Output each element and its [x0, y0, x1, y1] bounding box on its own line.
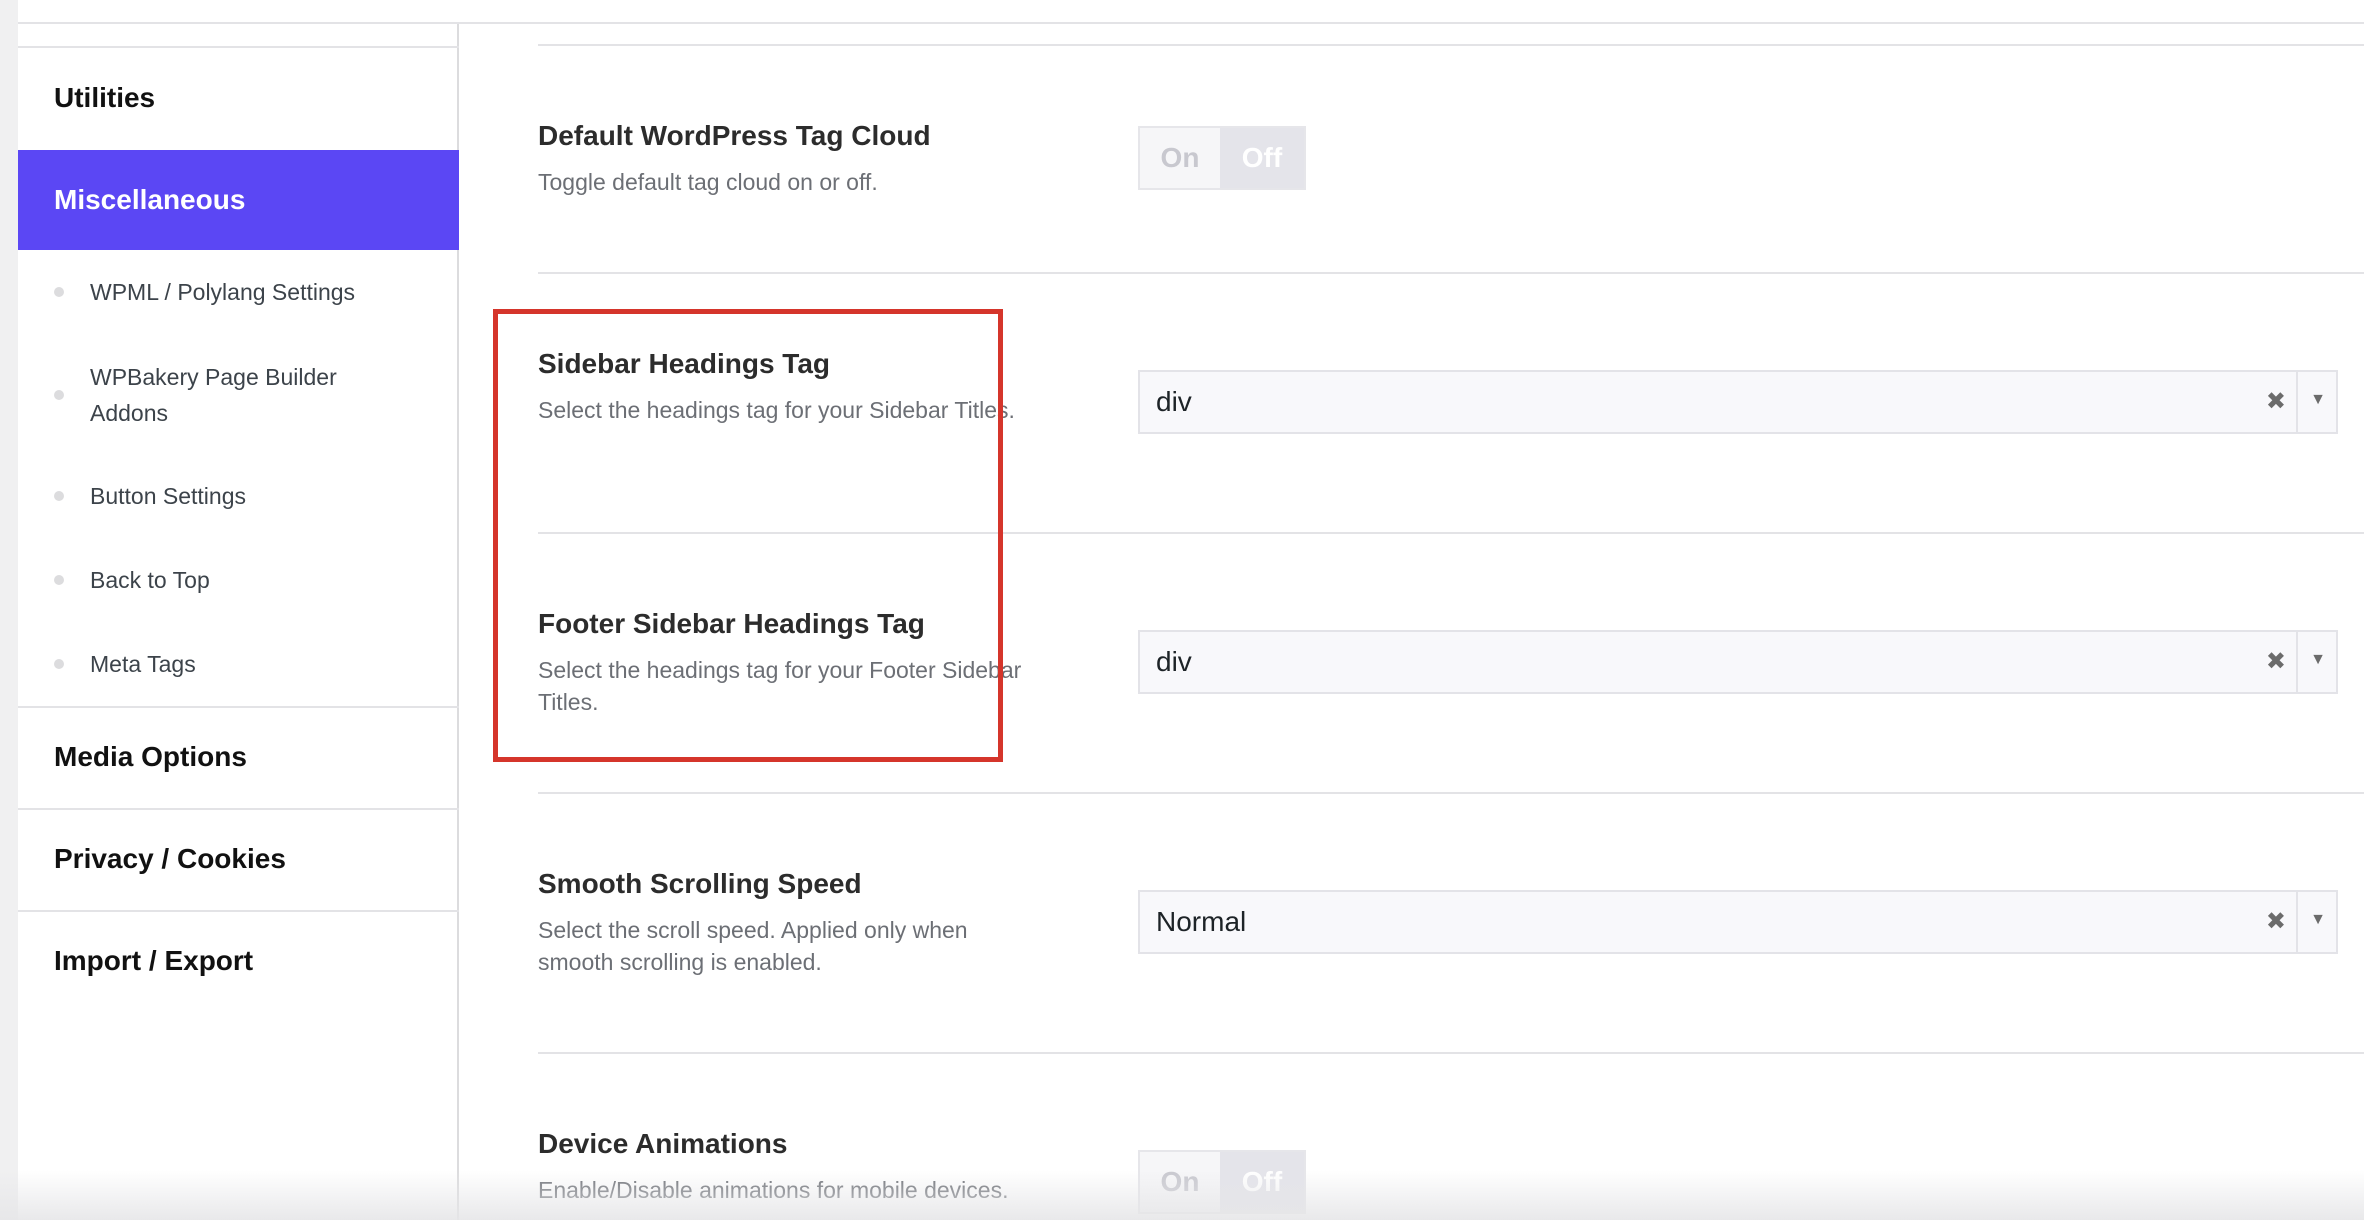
- sidebar-headings-select[interactable]: div ✖ ▼: [1138, 370, 2338, 434]
- top-bar: [18, 0, 2364, 24]
- bullet-icon: [54, 491, 64, 501]
- sidebar-item-label: Utilities: [54, 82, 156, 113]
- tag-cloud-description: Toggle default tag cloud on or off.: [538, 169, 878, 195]
- bullet-icon: [54, 287, 64, 297]
- bullet-icon: [54, 390, 64, 400]
- tag-cloud-toggle[interactable]: On Off: [1138, 126, 1306, 190]
- row-divider: [538, 44, 2364, 46]
- sidebar-subitem-meta-tags[interactable]: Meta Tags: [54, 646, 434, 682]
- sidebar-subitem-label: WPML / Polylang Settings: [90, 279, 356, 305]
- chevron-down-icon[interactable]: ▼: [2310, 892, 2326, 948]
- select-divider: [2296, 372, 2298, 432]
- sidebar-subitem-label: Button Settings: [90, 483, 246, 509]
- sidebar-subitem-back-to-top[interactable]: Back to Top: [54, 562, 434, 598]
- bullet-icon: [54, 659, 64, 669]
- sidebar-item-label: Import / Export: [54, 945, 254, 976]
- clear-icon[interactable]: ✖: [2266, 372, 2286, 432]
- sidebar-item-import-export[interactable]: Import / Export: [18, 910, 459, 1010]
- device-animations-toggle[interactable]: On Off: [1138, 1150, 1306, 1214]
- settings-panel: Default WordPress Tag Cloud Toggle defau…: [477, 24, 2364, 1220]
- bullet-icon: [54, 575, 64, 585]
- toggle-on[interactable]: On: [1140, 128, 1220, 188]
- sidebar-item-miscellaneous[interactable]: Miscellaneous: [18, 150, 459, 250]
- smooth-scrolling-title: Smooth Scrolling Speed: [538, 868, 862, 899]
- smooth-scrolling-description: Select the scroll speed. Applied only wh…: [538, 917, 968, 975]
- sidebar-subitem-button-settings[interactable]: Button Settings: [54, 478, 434, 514]
- footer-sidebar-headings-select[interactable]: div ✖ ▼: [1138, 630, 2338, 694]
- settings-sidebar: Utilities Miscellaneous WPML / Polylang …: [18, 24, 459, 1220]
- clear-icon[interactable]: ✖: [2266, 892, 2286, 952]
- select-divider: [2296, 632, 2298, 692]
- select-divider: [2296, 892, 2298, 952]
- sidebar-item-label: Miscellaneous: [54, 184, 246, 215]
- row-divider: [538, 532, 2364, 534]
- sidebar-subitem-wpml-polylang[interactable]: WPML / Polylang Settings: [54, 274, 434, 310]
- device-animations-title: Device Animations: [538, 1128, 788, 1159]
- clear-icon[interactable]: ✖: [2266, 632, 2286, 692]
- toggle-on[interactable]: On: [1140, 1152, 1220, 1212]
- sidebar-item-privacy-cookies[interactable]: Privacy / Cookies: [18, 808, 459, 908]
- row-divider: [538, 792, 2364, 794]
- row-divider: [538, 1052, 2364, 1054]
- select-value: Normal: [1156, 906, 1247, 937]
- sidebar-headings-title: Sidebar Headings Tag: [538, 348, 830, 379]
- sidebar-subitem-label: Meta Tags: [90, 651, 196, 677]
- toggle-off[interactable]: Off: [1220, 128, 1304, 188]
- sidebar-item-label: Privacy / Cookies: [54, 843, 286, 874]
- sidebar-item-label: Media Options: [54, 741, 247, 772]
- smooth-scrolling-select[interactable]: Normal ✖ ▼: [1138, 890, 2338, 954]
- footer-sidebar-headings-description: Select the headings tag for your Footer …: [538, 657, 1022, 715]
- sidebar-subitem-wpbakery-addons[interactable]: WPBakery Page Builder Addons: [54, 359, 414, 431]
- sidebar-subitem-label: WPBakery Page Builder Addons: [90, 364, 337, 426]
- sidebar-item-media-options[interactable]: Media Options: [18, 706, 459, 806]
- select-value: div: [1156, 646, 1192, 677]
- select-value: div: [1156, 386, 1192, 417]
- device-animations-description: Enable/Disable animations for mobile dev…: [538, 1177, 1009, 1203]
- settings-page: Utilities Miscellaneous WPML / Polylang …: [18, 0, 2364, 1220]
- sidebar-subitem-label: Back to Top: [90, 567, 210, 593]
- tag-cloud-title: Default WordPress Tag Cloud: [538, 120, 931, 151]
- row-divider: [538, 272, 2364, 274]
- chevron-down-icon[interactable]: ▼: [2310, 372, 2326, 428]
- chevron-down-icon[interactable]: ▼: [2310, 632, 2326, 688]
- sidebar-headings-description: Select the headings tag for your Sidebar…: [538, 397, 1015, 423]
- footer-sidebar-headings-title: Footer Sidebar Headings Tag: [538, 608, 925, 639]
- sidebar-item-utilities[interactable]: Utilities: [18, 48, 459, 148]
- toggle-off[interactable]: Off: [1220, 1152, 1304, 1212]
